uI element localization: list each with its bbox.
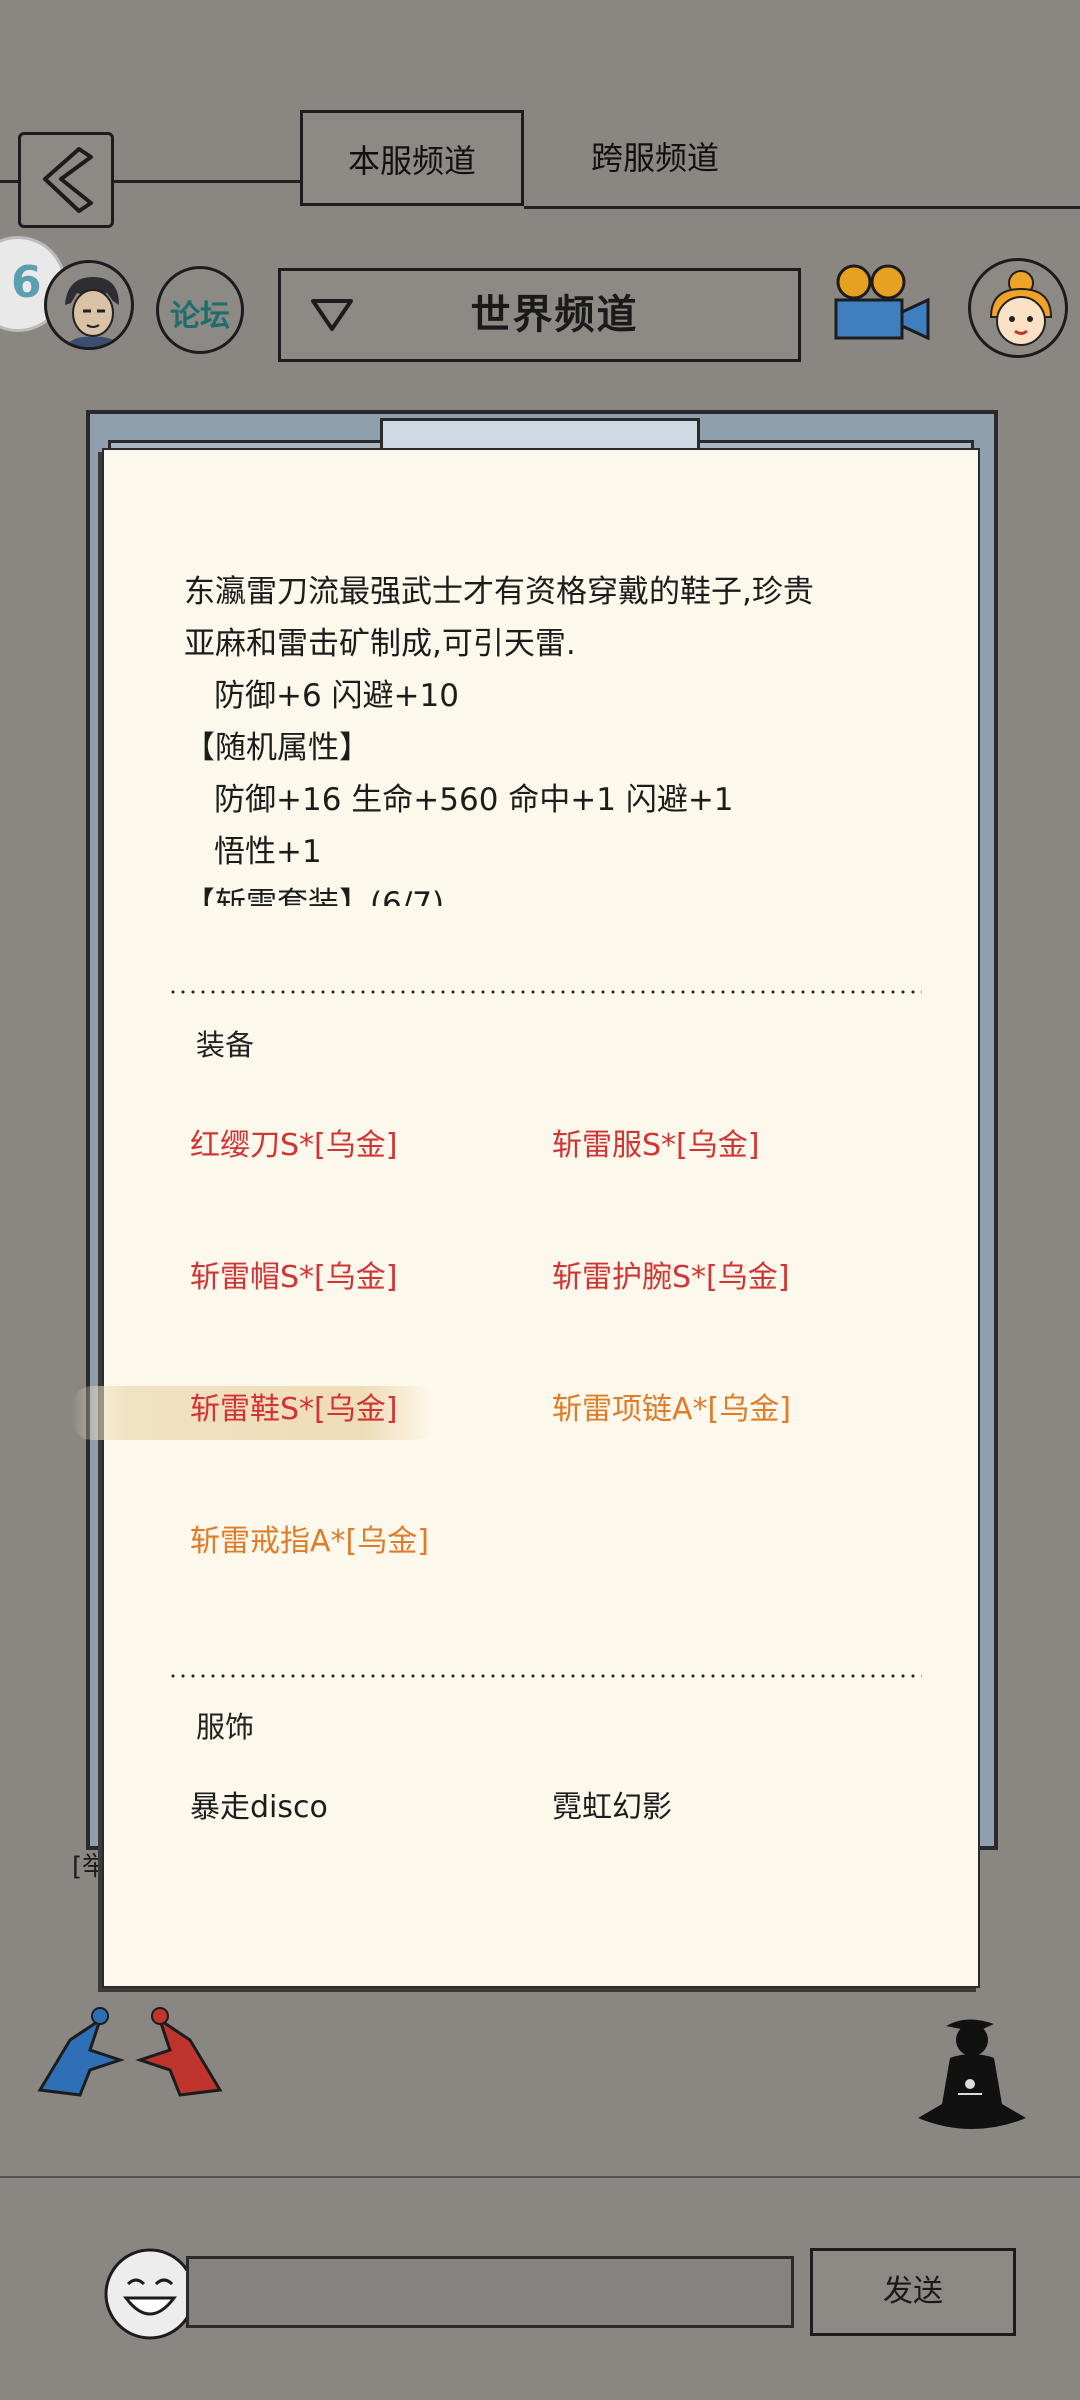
- dotted-divider-2: [168, 1674, 922, 1678]
- forum-button[interactable]: 论坛: [156, 266, 244, 354]
- equip-item-3[interactable]: 斩雷帽S*[乌金]: [190, 1258, 397, 1298]
- random-stats-line-2: 悟性+1: [214, 834, 322, 870]
- costume-item-1[interactable]: 暴走disco: [190, 1782, 328, 1826]
- dotted-divider-1: [168, 990, 922, 994]
- girl-face-icon: [989, 270, 1053, 346]
- random-attributes-header: 【随机属性】: [184, 730, 370, 766]
- video-camera-button[interactable]: [826, 262, 936, 352]
- chat-input[interactable]: [186, 2256, 794, 2328]
- assistant-avatar[interactable]: [968, 258, 1068, 358]
- base-stats: 防御+6 闪避+10: [214, 678, 459, 714]
- divider-right: [524, 206, 1080, 209]
- item-detail-panel: 东瀛雷刀流最强武士才有资格穿戴的鞋子,珍贵 亚麻和雷击矿制成,可引天雷. 防御+…: [72, 448, 980, 1988]
- random-stats-line-1: 防御+16 生命+560 命中+1 闪避+1: [214, 782, 734, 818]
- back-button[interactable]: [18, 132, 114, 228]
- back-chevron-icon: [43, 147, 93, 213]
- description-line-1: 东瀛雷刀流最强武士才有资格穿戴的鞋子,珍贵: [184, 574, 814, 610]
- emoji-button[interactable]: [102, 2246, 198, 2342]
- equip-item-7[interactable]: 斩雷戒指A*[乌金]: [190, 1522, 429, 1562]
- meditating-figure-icon: [918, 2019, 1026, 2129]
- equipment-section-label: 装备: [196, 1028, 255, 1062]
- side-badge-text: 6: [11, 257, 42, 308]
- equip-item-1[interactable]: 红缨刀S*[乌金]: [190, 1126, 397, 1166]
- equip-item-6[interactable]: 斩雷项链A*[乌金]: [552, 1390, 791, 1430]
- tab-cross-server[interactable]: 跨服频道: [560, 110, 750, 206]
- channel-title: 世界频道: [470, 292, 639, 338]
- movie-camera-icon: [834, 264, 930, 341]
- channel-selector[interactable]: 世界频道: [278, 268, 801, 362]
- forum-label: 论坛: [170, 299, 230, 334]
- equip-item-4[interactable]: 斩雷护腕S*[乌金]: [552, 1258, 789, 1298]
- fighters-icon: [37, 2007, 223, 2097]
- costume-section-label: 服饰: [196, 1710, 255, 1744]
- set-header: 【斩雷套装】(6/7): [184, 886, 445, 906]
- player-avatar[interactable]: [44, 260, 134, 350]
- send-button[interactable]: 发送: [810, 2248, 1016, 2336]
- costume-item-2[interactable]: 霓虹幻影: [552, 1782, 672, 1826]
- item-description: 东瀛雷刀流最强武士才有资格穿戴的鞋子,珍贵 亚麻和雷击矿制成,可引天雷. 防御+…: [184, 566, 924, 906]
- equip-item-5[interactable]: 斩雷鞋S*[乌金]: [190, 1390, 397, 1430]
- avatar-portrait-icon: [64, 277, 122, 347]
- tab-local-server[interactable]: 本服频道: [300, 110, 524, 206]
- meditation-button[interactable]: [906, 2014, 1036, 2144]
- laughing-face-icon: [104, 2248, 196, 2340]
- pvp-battle-button[interactable]: [30, 2000, 230, 2100]
- description-line-2: 亚麻和雷击矿制成,可引天雷.: [184, 626, 576, 662]
- bottom-divider: [0, 2176, 1080, 2178]
- equip-item-2[interactable]: 斩雷服S*[乌金]: [552, 1126, 759, 1166]
